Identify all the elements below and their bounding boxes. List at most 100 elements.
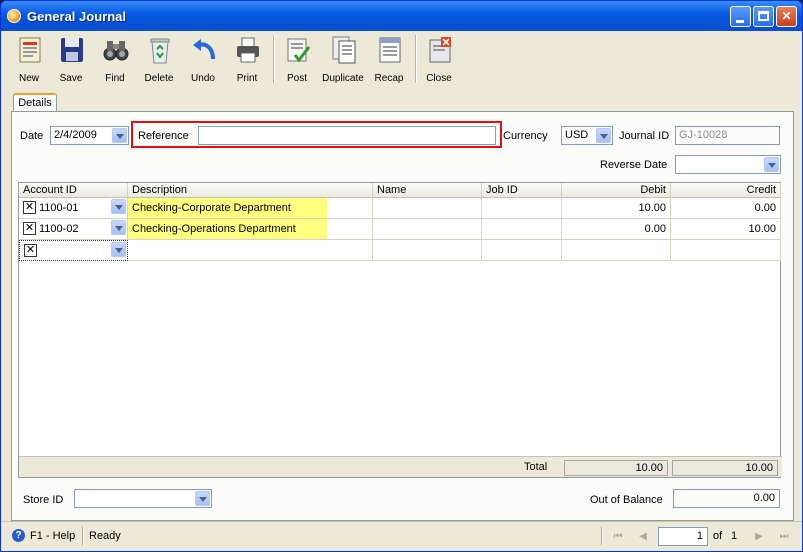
next-page-icon[interactable]: ▶ [753, 531, 765, 543]
journal-grid: Account ID Description Name Job ID Debit… [18, 182, 781, 478]
page-number-input[interactable]: 1 [658, 527, 708, 546]
debit-cell[interactable] [562, 240, 671, 261]
journal-id-field: GJ-10028 [675, 126, 780, 145]
post-label: Post [286, 73, 307, 84]
account-id-cell[interactable]: ✕ [19, 240, 128, 261]
debit-cell[interactable]: 10.00 [562, 198, 671, 219]
help-text[interactable]: F1 - Help [30, 530, 75, 542]
close-window-button[interactable]: ✕ [776, 6, 797, 27]
close-button[interactable]: Close [419, 33, 459, 85]
column-header-debit[interactable]: Debit [562, 183, 671, 198]
status-separator [82, 527, 84, 545]
close-form-icon [429, 37, 451, 63]
app-icon [7, 9, 21, 23]
store-id-select[interactable] [74, 489, 212, 508]
help-icon[interactable]: ? [12, 529, 25, 542]
reverse-date-field[interactable] [675, 155, 781, 174]
new-document-icon [19, 37, 41, 63]
status-state: Ready [89, 530, 121, 542]
delete-row-icon[interactable]: ✕ [23, 201, 36, 214]
chevron-down-icon[interactable] [111, 199, 126, 214]
account-id-cell[interactable]: ✕ 1100-01 [19, 198, 128, 219]
account-id-cell[interactable]: ✕ 1100-02 [19, 219, 128, 240]
job-id-cell[interactable] [482, 240, 562, 261]
maximize-button[interactable] [753, 6, 774, 27]
out-of-balance-field: 0.00 [673, 489, 780, 508]
undo-arrow-icon [193, 39, 215, 60]
chevron-down-icon[interactable] [112, 128, 127, 143]
post-button[interactable]: Post [277, 33, 317, 85]
credit-cell[interactable] [671, 240, 781, 261]
description-cell[interactable]: Checking-Operations Department [128, 219, 373, 240]
chevron-down-icon[interactable] [764, 157, 779, 172]
recap-label: Recap [374, 73, 404, 84]
date-label: Date [20, 130, 44, 142]
out-of-balance-label: Out of Balance [590, 494, 663, 506]
job-id-cell[interactable] [482, 198, 562, 219]
total-row: Total 10.00 10.00 [19, 456, 782, 477]
store-id-label: Store ID [23, 494, 64, 506]
tab-details[interactable]: Details [13, 93, 57, 112]
total-debit: 10.00 [564, 460, 668, 476]
column-header-job-id[interactable]: Job ID [482, 183, 562, 198]
recycle-bin-icon [150, 38, 170, 64]
duplicate-icon [332, 36, 356, 64]
reverse-date-label: Reverse Date [600, 159, 668, 171]
title-bar[interactable]: General Journal ✕ [1, 1, 802, 31]
close-icon: ✕ [781, 9, 792, 23]
chevron-down-icon[interactable] [596, 128, 611, 143]
credit-cell[interactable]: 10.00 [671, 219, 781, 240]
details-panel: Date 2/4/2009 Reference Currency USD Jou… [11, 111, 794, 521]
currency-select[interactable]: USD [561, 126, 613, 145]
first-page-icon[interactable]: ⏮ [612, 531, 624, 543]
credit-cell[interactable]: 0.00 [671, 198, 781, 219]
job-id-cell[interactable] [482, 219, 562, 240]
binoculars-icon [103, 41, 129, 61]
new-button[interactable]: New [9, 33, 49, 85]
total-label: Total [524, 461, 548, 473]
save-button[interactable]: Save [51, 33, 91, 85]
journal-id-value: GJ-10028 [679, 129, 728, 141]
recap-icon [379, 37, 401, 63]
delete-row-icon[interactable]: ✕ [23, 222, 36, 235]
delete-row-icon[interactable]: ✕ [24, 244, 37, 257]
debit-cell[interactable]: 0.00 [562, 219, 671, 240]
column-header-account-id[interactable]: Account ID [19, 183, 128, 198]
account-id-value: 1100-02 [39, 223, 79, 235]
print-button[interactable]: Print [227, 33, 267, 85]
undo-button[interactable]: Undo [183, 33, 223, 85]
description-cell[interactable] [128, 240, 373, 261]
column-header-description[interactable]: Description [128, 183, 373, 198]
journal-id-label: Journal ID [619, 130, 670, 142]
date-field[interactable]: 2/4/2009 [50, 126, 129, 145]
column-header-name[interactable]: Name [373, 183, 482, 198]
close-label: Close [426, 73, 452, 84]
previous-page-icon[interactable]: ◀ [637, 531, 649, 543]
currency-label: Currency [503, 130, 548, 142]
duplicate-label: Duplicate [322, 73, 364, 84]
chevron-down-icon[interactable] [111, 242, 126, 257]
print-label: Print [236, 73, 258, 84]
last-page-icon[interactable]: ⏭ [778, 531, 790, 543]
account-id-value: 1100-01 [39, 202, 79, 214]
maximize-icon [758, 11, 769, 21]
column-header-credit[interactable]: Credit [671, 183, 781, 198]
find-button[interactable]: Find [95, 33, 135, 85]
general-journal-window: General Journal ✕ New Save Find Delete U… [0, 0, 803, 552]
name-cell[interactable] [373, 198, 482, 219]
recap-button[interactable]: Recap [369, 33, 409, 85]
minimize-button[interactable] [730, 6, 751, 27]
total-pages: 1 [731, 530, 738, 542]
chevron-down-icon[interactable] [111, 220, 126, 235]
reference-input[interactable] [198, 126, 496, 145]
name-cell[interactable] [373, 240, 482, 261]
status-separator [601, 527, 603, 545]
duplicate-button[interactable]: Duplicate [322, 33, 364, 85]
chevron-down-icon[interactable] [195, 491, 210, 506]
description-cell[interactable]: Checking-Corporate Department [128, 198, 373, 219]
date-value: 2/4/2009 [54, 129, 97, 141]
name-cell[interactable] [373, 219, 482, 240]
printer-icon [237, 37, 259, 63]
delete-button[interactable]: Delete [139, 33, 179, 85]
reference-label: Reference [138, 130, 189, 142]
